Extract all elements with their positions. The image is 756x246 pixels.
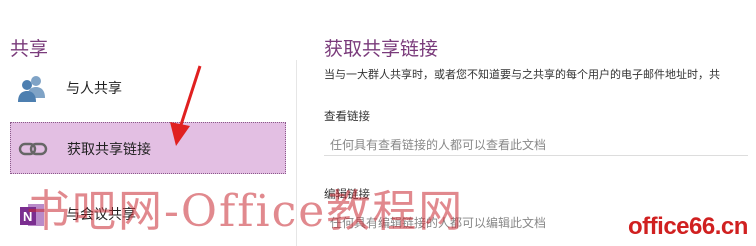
share-link-description: 当与一大群人共享时，或者您不知道要与之共享的每个用户的电子邮件地址时，共 [324,68,720,81]
site-logo: office66.cn [628,213,748,240]
nav-item-share-with-people[interactable]: 与人共享 [10,62,286,114]
site-watermark: 书吧网-Office教程网 [26,186,465,237]
nav-label-get-share-link: 获取共享链接 [67,142,151,158]
red-arrow-annotation [170,65,202,146]
people-icon [18,76,45,102]
view-link-label: 查看链接 [324,109,370,123]
nav-label-share-with-people: 与人共享 [66,81,122,97]
nav-item-get-share-link[interactable]: 获取共享链接 [10,122,286,174]
section-title: 共享 [10,38,49,60]
link-icon [18,142,48,156]
page-title: 获取共享链接 [324,38,439,60]
view-link-field[interactable]: 任何具有查看链接的人都可以查看此文档 [324,130,748,156]
